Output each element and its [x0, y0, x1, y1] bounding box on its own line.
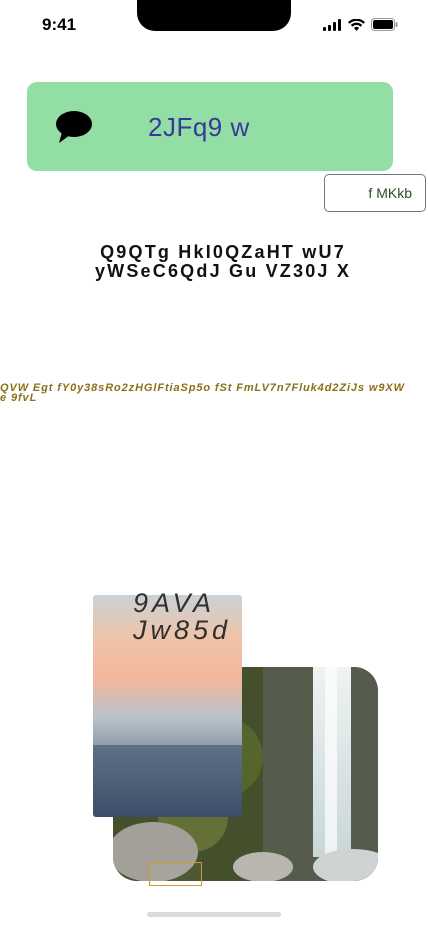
- home-indicator: [147, 912, 281, 917]
- outline-button[interactable]: f MKkb: [324, 174, 426, 212]
- chat-bubble-icon: [55, 110, 93, 149]
- camera-notch: [137, 0, 291, 31]
- olive-paragraph: QVW Egt fY0y38sRo2zHGlFtiaSp5o fSt FmLV7…: [0, 382, 405, 404]
- battery-icon: [371, 18, 398, 31]
- image-caption: 9AVA Jw85d: [133, 588, 232, 645]
- status-icons: [323, 18, 398, 31]
- status-time: 9:41: [42, 15, 77, 34]
- page-heading: Q9QTg HkI0QZaHT wU7 yWSeC6QdJ Gu VZ30J X: [94, 242, 352, 281]
- chat-banner[interactable]: 2JFq9 w: [27, 82, 393, 171]
- selection-box[interactable]: [149, 862, 202, 886]
- banner-label: 2JFq9 w: [148, 112, 250, 142]
- wifi-icon: [348, 18, 365, 31]
- cellular-signal-icon: [323, 18, 341, 31]
